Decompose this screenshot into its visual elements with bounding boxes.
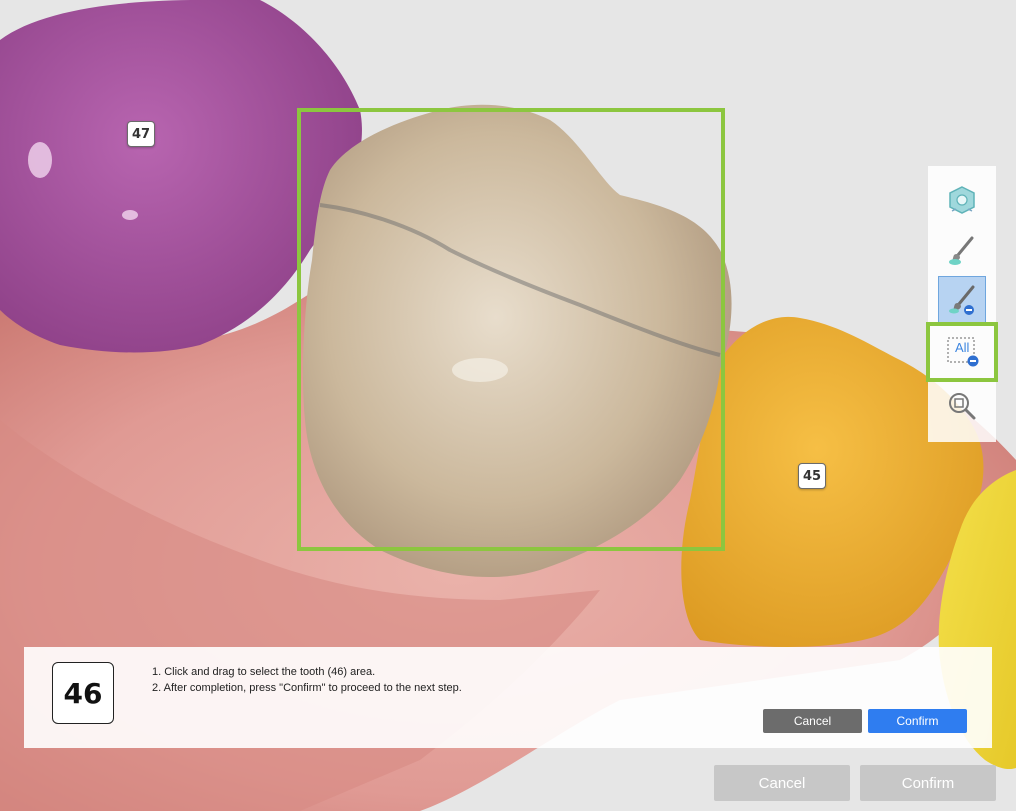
panel-confirm-button[interactable]: Confirm: [868, 709, 967, 733]
brush-add-icon: [949, 236, 974, 265]
select-all-remove-button[interactable]: All: [926, 322, 998, 382]
brush-add-button[interactable]: [938, 226, 986, 274]
current-tooth-number: 46: [52, 662, 114, 724]
cancel-button[interactable]: Cancel: [714, 765, 850, 801]
instruction-line-2: 2. After completion, press "Confirm" to …: [152, 682, 462, 694]
tool-palette: All: [926, 166, 998, 442]
brush-remove-button[interactable]: [938, 276, 986, 324]
tooth-47-highlight: [28, 142, 52, 178]
brush-remove-icon: [949, 285, 975, 315]
view-reset-icon: [949, 186, 975, 214]
confirm-button[interactable]: Confirm: [860, 765, 996, 801]
tooth-47-highlight: [122, 210, 138, 220]
tooth-label-47[interactable]: 47: [127, 121, 155, 147]
instruction-line-1: 1. Click and drag to select the tooth (4…: [152, 666, 376, 678]
zoom-fit-icon: [949, 393, 976, 420]
tooth-label-45[interactable]: 45: [798, 463, 826, 489]
panel-cancel-button[interactable]: Cancel: [763, 709, 862, 733]
instruction-panel: 46 1. Click and drag to select the tooth…: [24, 647, 992, 748]
tooth-46-highlight: [452, 358, 508, 382]
select-all-label: All: [955, 340, 970, 355]
view-reset-button[interactable]: [938, 176, 986, 224]
zoom-fit-button[interactable]: [938, 382, 986, 430]
